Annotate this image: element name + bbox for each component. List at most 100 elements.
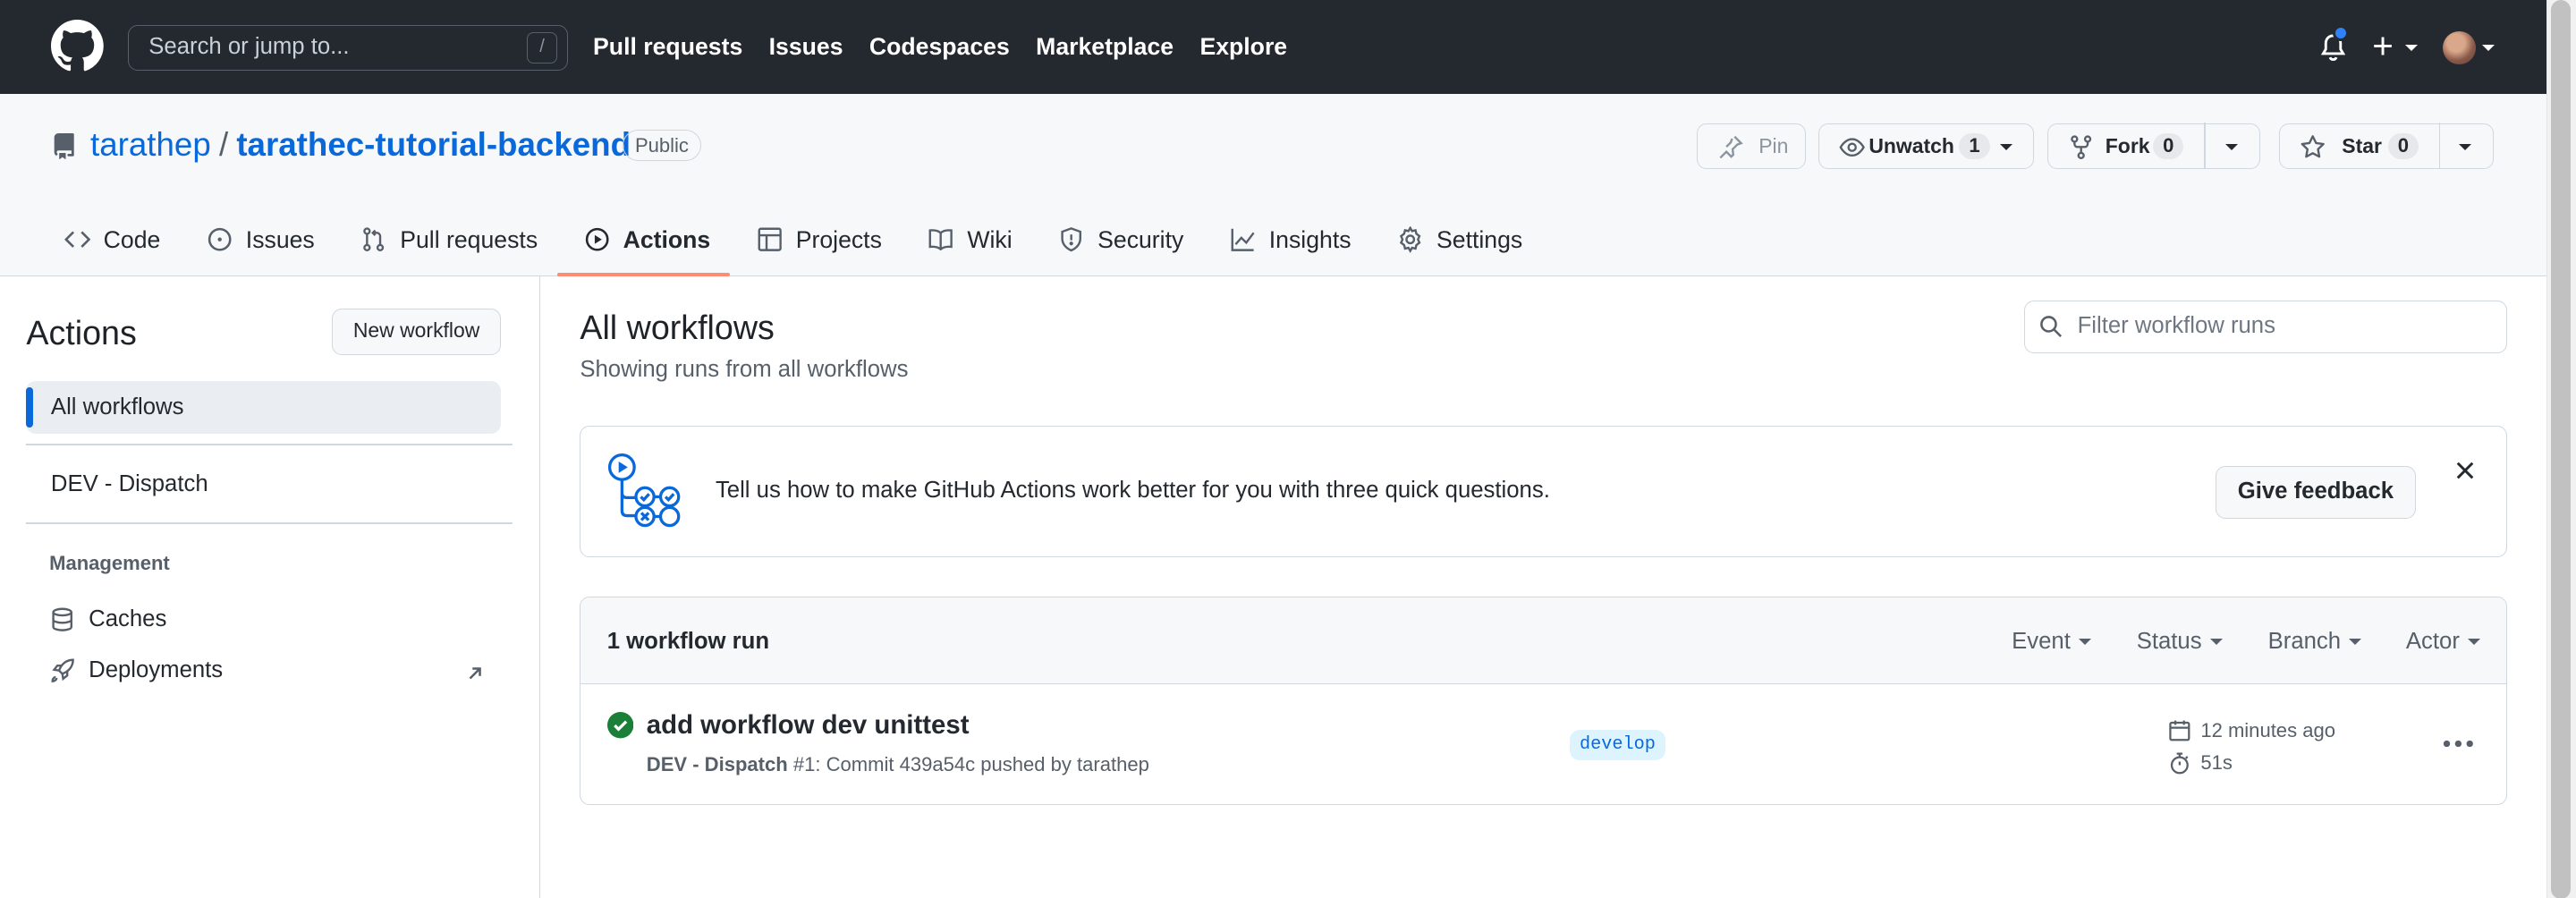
check-circle-success-icon <box>606 712 634 739</box>
nav-marketplace[interactable]: Marketplace <box>1036 33 1174 61</box>
nav-pull-requests[interactable]: Pull requests <box>593 33 742 61</box>
search-shortcut-key: / <box>526 31 558 64</box>
user-menu-chevron-down-icon[interactable] <box>2482 44 2496 51</box>
create-new-plus-icon[interactable]: + <box>2372 28 2394 64</box>
actions-workflow-illustration-icon <box>607 453 681 528</box>
sidebar-item-deployments[interactable]: Deployments <box>49 657 223 683</box>
tab-pull-requests[interactable]: Pull requests <box>335 204 557 276</box>
deployments-label: Deployments <box>89 657 224 682</box>
fork-divider <box>2204 122 2206 169</box>
branch-filter-label: Branch <box>2267 628 2342 654</box>
watch-chevron-down-icon <box>2000 143 2013 150</box>
feedback-banner: Tell us how to make GitHub Actions work … <box>580 425 2507 557</box>
page-subtitle: Showing runs from all workflows <box>580 356 909 382</box>
run-duration: 51s <box>2168 751 2233 775</box>
global-nav: Pull requests Issues Codespaces Marketpl… <box>593 0 1287 94</box>
fork-label[interactable]: Fork <box>2106 134 2150 158</box>
pin-label: Pin <box>1758 133 1789 157</box>
star-divider <box>2438 122 2441 169</box>
star-count: 0 <box>2387 132 2419 160</box>
tab-actions[interactable]: Actions <box>557 204 731 276</box>
search-icon <box>2040 315 2063 337</box>
database-icon <box>52 607 73 631</box>
tab-issues[interactable]: Issues <box>180 204 334 276</box>
repo-name-link[interactable]: tarathec-tutorial-backend <box>236 126 631 164</box>
tab-pull-requests-label: Pull requests <box>400 225 538 253</box>
vertical-scrollbar-thumb[interactable] <box>2551 0 2572 898</box>
star-label[interactable]: Star <box>2342 134 2382 158</box>
sidebar-title: Actions <box>26 313 137 352</box>
tab-security-label: Security <box>1097 225 1184 253</box>
sidebar-divider <box>26 443 513 445</box>
repo-icon <box>54 132 74 159</box>
pin-button[interactable]: Pin <box>1697 123 1806 170</box>
unwatch-button[interactable]: Unwatch 1 <box>1818 123 2034 170</box>
search-placeholder: Search or jump to... <box>148 33 350 59</box>
workflow-run-detail: #1: Commit 439a54c pushed by tarathep <box>792 753 1149 776</box>
fork-button-group: Fork 0 <box>2046 122 2261 170</box>
external-link-arrow-icon <box>469 667 481 680</box>
status-filter-dropdown[interactable]: Status <box>2137 629 2223 655</box>
run-time-ago: 12 minutes ago <box>2200 718 2335 741</box>
star-button-group: Star 0 <box>2278 122 2495 170</box>
actor-filter-dropdown[interactable]: Actor <box>2405 628 2481 655</box>
nav-explore[interactable]: Explore <box>1199 33 1287 61</box>
star-icon <box>2301 134 2325 158</box>
sidebar-divider <box>26 522 513 524</box>
tab-code-label: Code <box>103 225 161 253</box>
run-duration-value: 51s <box>2200 751 2233 775</box>
give-feedback-button[interactable]: Give feedback <box>2215 465 2416 519</box>
chevron-down-icon <box>2468 638 2481 645</box>
watch-count: 1 <box>1959 132 1990 160</box>
chevron-down-icon <box>2079 638 2092 645</box>
chevron-down-icon <box>2209 638 2223 645</box>
actor-filter-label: Actor <box>2405 628 2460 654</box>
feedback-banner-text: Tell us how to make GitHub Actions work … <box>715 477 1550 503</box>
event-filter-dropdown[interactable]: Event <box>2012 628 2092 655</box>
star-chevron-down-icon[interactable] <box>2458 143 2471 150</box>
workflow-run-meta: DEV - Dispatch #1: Commit 439a54c pushed… <box>647 753 1149 776</box>
run-timestamp: 12 minutes ago <box>2168 719 2335 742</box>
pull-request-icon <box>363 227 385 252</box>
tab-insights[interactable]: Insights <box>1203 204 1370 276</box>
actions-sidebar: Actions New workflow All workflows DEV -… <box>0 275 541 898</box>
fork-chevron-down-icon[interactable] <box>2224 143 2238 150</box>
gear-icon <box>1399 226 1421 253</box>
sidebar-item-all-workflows[interactable]: All workflows <box>26 381 502 434</box>
tab-wiki[interactable]: Wiki <box>902 204 1032 276</box>
user-avatar[interactable] <box>2443 30 2476 64</box>
event-filter-label: Event <box>2012 628 2071 654</box>
tab-wiki-label: Wiki <box>967 225 1013 253</box>
kebab-menu-icon[interactable] <box>2442 739 2475 749</box>
workflow-run-workflow-name: DEV - Dispatch <box>646 753 788 776</box>
global-search-input[interactable]: Search or jump to... / <box>128 24 569 71</box>
fork-icon <box>2070 135 2091 159</box>
repository-header: tarathep / tarathec-tutorial-backend Pub… <box>0 93 2546 276</box>
caches-label: Caches <box>89 606 167 631</box>
github-logo-icon[interactable] <box>50 20 104 72</box>
pin-icon <box>1719 135 1744 159</box>
branch-label[interactable]: develop <box>1570 730 1665 760</box>
sidebar-item-dev-dispatch[interactable]: DEV - Dispatch <box>26 458 501 511</box>
repo-owner-link[interactable]: tarathep <box>90 126 211 164</box>
visibility-badge: Public <box>623 130 701 162</box>
workflow-runs-list: 1 workflow run Event Status Branch Actor… <box>580 596 2507 805</box>
branch-filter-dropdown[interactable]: Branch <box>2268 629 2362 655</box>
tab-security[interactable]: Security <box>1032 204 1204 276</box>
chevron-down-icon <box>2349 638 2362 645</box>
book-icon <box>928 229 953 251</box>
tab-code[interactable]: Code <box>38 204 180 276</box>
nav-codespaces[interactable]: Codespaces <box>869 33 1010 61</box>
close-icon[interactable] <box>2455 461 2475 480</box>
graph-icon <box>1231 229 1255 252</box>
create-new-chevron-down-icon[interactable] <box>2404 44 2418 51</box>
tab-settings[interactable]: Settings <box>1371 204 1543 276</box>
repo-nav-tabs: Code Issues Pull requests Actions Projec… <box>38 204 1542 276</box>
global-header: Search or jump to... / Pull requests Iss… <box>0 0 2546 94</box>
filter-workflow-runs-input[interactable]: Filter workflow runs <box>2023 301 2507 353</box>
workflow-run-title-link[interactable]: add workflow dev unittest <box>647 710 970 741</box>
tab-projects[interactable]: Projects <box>730 204 902 276</box>
nav-issues[interactable]: Issues <box>769 33 843 61</box>
new-workflow-button[interactable]: New workflow <box>332 309 502 355</box>
sidebar-item-caches[interactable]: Caches <box>49 606 166 632</box>
